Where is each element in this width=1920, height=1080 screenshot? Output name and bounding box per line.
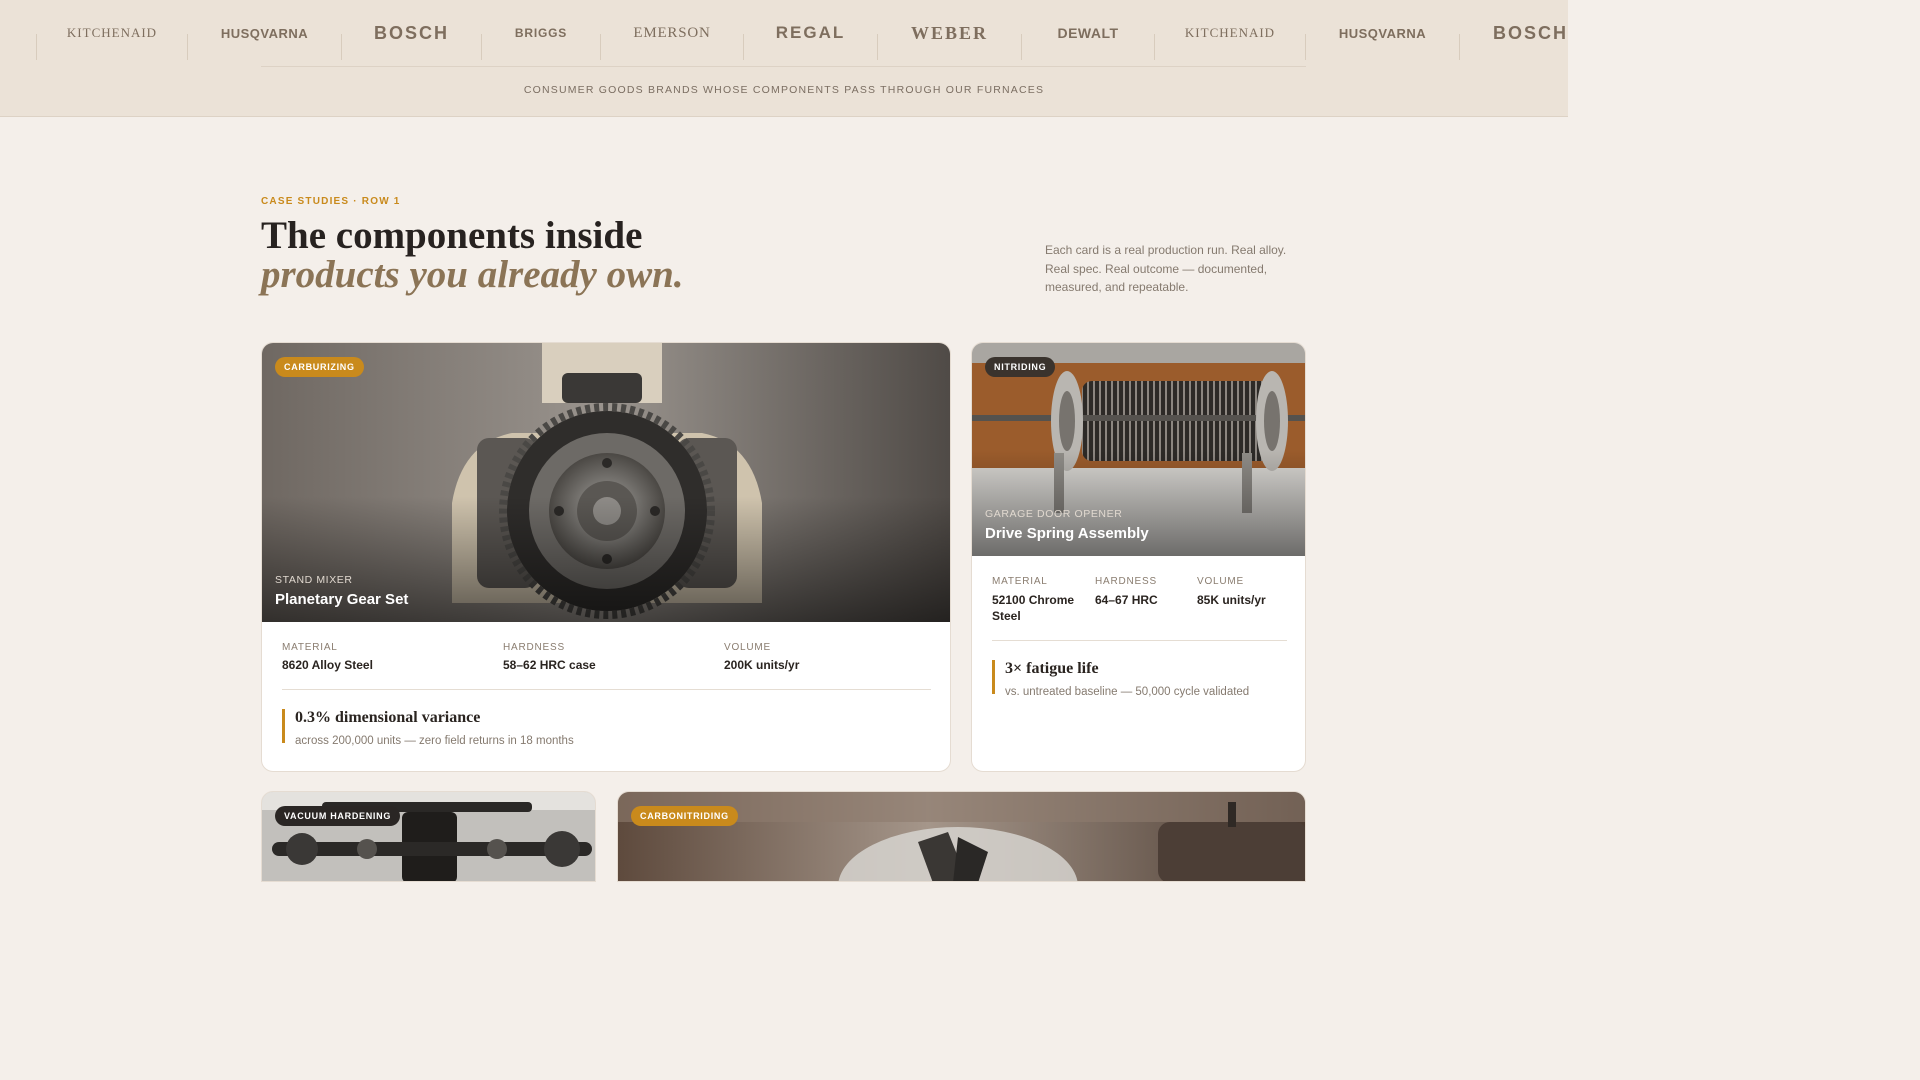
spec-label-material: MATERIAL — [992, 576, 1048, 587]
process-badge: VACUUM HARDENING — [275, 806, 401, 826]
outcome-subtitle: across 200,000 units — zero field return… — [295, 735, 574, 747]
brand-strip: KITCHENAID HUSQVARNA BOSCH BRIGGS EMERSO… — [0, 0, 1568, 117]
section-eyebrow: CASE STUDIES · ROW 1 — [261, 196, 401, 207]
spec-label-volume: VOLUME — [1197, 576, 1245, 587]
spec-value-material: 8620 Alloy Steel — [282, 658, 373, 672]
outcome-title: 0.3% dimensional variance — [295, 709, 481, 726]
card-category: STAND MIXER — [275, 574, 353, 586]
card-photo-carbonitriding-part: CARBONITRIDING — [618, 792, 1305, 881]
card-category: GARAGE DOOR OPENER — [985, 508, 1123, 520]
outcome-accent-bar — [282, 709, 285, 743]
spec-value-volume: 85K units/yr — [1197, 593, 1266, 607]
outcome-title: 3× fatigue life — [1005, 660, 1099, 677]
case-study-card-drive-spring[interactable]: NITRIDING GARAGE DOOR OPENER Drive Sprin… — [971, 342, 1306, 772]
process-badge: CARBONITRIDING — [631, 806, 738, 826]
brand-logo-bosch: BOSCH — [373, 22, 449, 43]
section-intro: Each card is a real production run. Real… — [1045, 243, 1287, 294]
spec-value-volume: 200K units/yr — [724, 658, 800, 672]
gear-illustration — [262, 343, 950, 622]
spec-value-hardness: 58–62 HRC case — [503, 658, 596, 672]
brand-logo-husqvarna: HUSQVARNA — [220, 25, 309, 41]
card-title: Drive Spring Assembly — [985, 525, 1149, 542]
brand-logo-husqvarna: HUSQVARNA — [1338, 25, 1427, 41]
brand-logo-dewalt: DEWALT — [1057, 25, 1119, 41]
process-badge: NITRIDING — [985, 357, 1056, 377]
card-title: Planetary Gear Set — [275, 591, 409, 608]
heading-line-1: The components inside — [261, 214, 643, 257]
card-divider — [282, 689, 931, 690]
card-photo-stand-mixer-gear: CARBURIZING STAND MIXER Planetary Gear S… — [262, 343, 950, 622]
outcome-accent-bar — [992, 660, 995, 694]
spec-label-material: MATERIAL — [282, 642, 338, 653]
spec-value-hardness: 64–67 HRC — [1095, 593, 1158, 607]
process-badge: CARBURIZING — [275, 357, 364, 377]
brand-logo-regal: REGAL — [775, 23, 846, 42]
case-study-card-vacuum-hardening[interactable]: VACUUM HARDENING — [261, 791, 596, 882]
card-photo-garage-spring: NITRIDING GARAGE DOOR OPENER Drive Sprin… — [972, 343, 1305, 556]
brand-strip-caption: CONSUMER GOODS BRANDS WHOSE COMPONENTS P… — [523, 84, 1045, 96]
section-heading: The components inside products you alrea… — [261, 216, 684, 294]
brand-logo-kitchenaid: KITCHENAID — [1184, 25, 1276, 40]
brand-logo-kitchenaid: KITCHENAID — [66, 25, 158, 40]
heading-line-2: products you already own. — [261, 253, 684, 296]
case-study-card-carbonitriding[interactable]: CARBONITRIDING — [617, 791, 1306, 882]
spec-value-material: 52100 Chrome Steel — [992, 593, 1075, 623]
spec-label-hardness: HARDNESS — [503, 642, 565, 653]
spec-label-volume: VOLUME — [724, 642, 772, 653]
spec-label-hardness: HARDNESS — [1095, 576, 1157, 587]
brand-logo-marquee: KITCHENAID HUSQVARNA BOSCH BRIGGS EMERSO… — [0, 14, 1568, 60]
brand-logo-emerson: EMERSON — [633, 24, 711, 41]
card-photo-vacuum-part: VACUUM HARDENING — [262, 792, 595, 881]
brand-logo-briggs: BRIGGS — [514, 26, 568, 40]
card-divider — [992, 640, 1287, 641]
outcome-subtitle: vs. untreated baseline — 50,000 cycle va… — [1005, 686, 1250, 698]
case-study-card-planetary-gear[interactable]: CARBURIZING STAND MIXER Planetary Gear S… — [261, 342, 951, 772]
strip-divider — [261, 66, 1306, 67]
brand-logo-weber: WEBER — [910, 22, 989, 43]
brand-logo-bosch: BOSCH — [1493, 22, 1568, 43]
